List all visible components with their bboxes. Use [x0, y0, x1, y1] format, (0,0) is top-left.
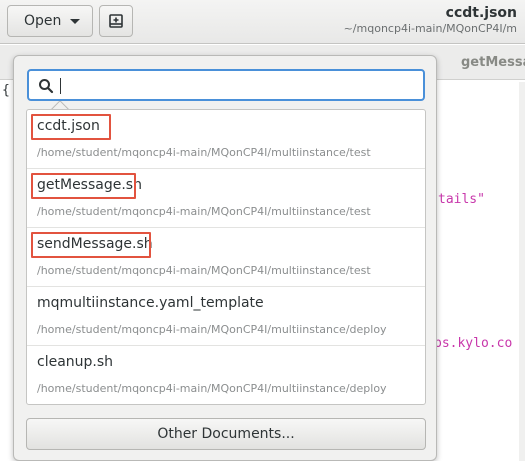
list-item[interactable]: ccdt.json /home/student/mqoncp4i-main/MQ…	[27, 110, 425, 169]
document-path: /home/student/mqoncp4i-main/MQonCP4I/mul…	[37, 146, 371, 159]
other-documents-button[interactable]: Other Documents...	[26, 418, 426, 450]
tab-getmessage[interactable]: getMessa	[461, 55, 525, 70]
recent-documents-list: ccdt.json /home/student/mqoncp4i-main/MQ…	[26, 109, 426, 405]
highlight-box	[31, 114, 111, 140]
new-document-icon	[109, 14, 123, 28]
window-subtitle: ~/mqoncp4i-main/MQonCP4I/m	[343, 22, 517, 35]
search-box[interactable]	[27, 69, 425, 101]
list-item[interactable]: sendMessage.sh /home/student/mqoncp4i-ma…	[27, 228, 425, 287]
code-string: tails"	[438, 192, 485, 207]
text-cursor	[60, 78, 61, 94]
document-path: /home/student/mqoncp4i-main/MQonCP4I/mul…	[37, 323, 387, 336]
document-path: /home/student/mqoncp4i-main/MQonCP4I/mul…	[37, 382, 387, 395]
code-string: ps.kylo.co	[434, 336, 513, 351]
document-name: cleanup.sh	[37, 354, 114, 370]
new-document-button[interactable]	[99, 5, 133, 37]
window-title: ccdt.json	[445, 5, 517, 21]
window-title-area: ccdt.json ~/mqoncp4i-main/MQonCP4I/m	[240, 4, 525, 40]
document-path: /home/student/mqoncp4i-main/MQonCP4I/mul…	[37, 205, 371, 218]
open-documents-popover: ccdt.json /home/student/mqoncp4i-main/MQ…	[13, 55, 437, 461]
search-input[interactable]	[59, 74, 419, 96]
document-name: mqmultiinstance.yaml_template	[37, 295, 264, 311]
chevron-down-icon	[70, 19, 80, 24]
list-item[interactable]: getMessage.sh /home/student/mqoncp4i-mai…	[27, 169, 425, 228]
list-item[interactable]: mqmultiinstance.yaml_template /home/stud…	[27, 287, 425, 346]
search-icon	[39, 79, 54, 94]
open-button-label: Open	[24, 13, 62, 29]
highlight-box	[31, 173, 136, 199]
document-path: /home/student/mqoncp4i-main/MQonCP4I/mul…	[37, 264, 371, 277]
header-bar: Open ccdt.json ~/mqoncp4i-main/MQonCP4I/…	[0, 0, 525, 44]
editor-scrollbar[interactable]	[519, 82, 525, 461]
code-text: {	[2, 83, 10, 98]
open-button[interactable]: Open	[7, 5, 93, 37]
highlight-box	[31, 232, 151, 258]
list-item[interactable]: cleanup.sh /home/student/mqoncp4i-main/M…	[27, 346, 425, 404]
